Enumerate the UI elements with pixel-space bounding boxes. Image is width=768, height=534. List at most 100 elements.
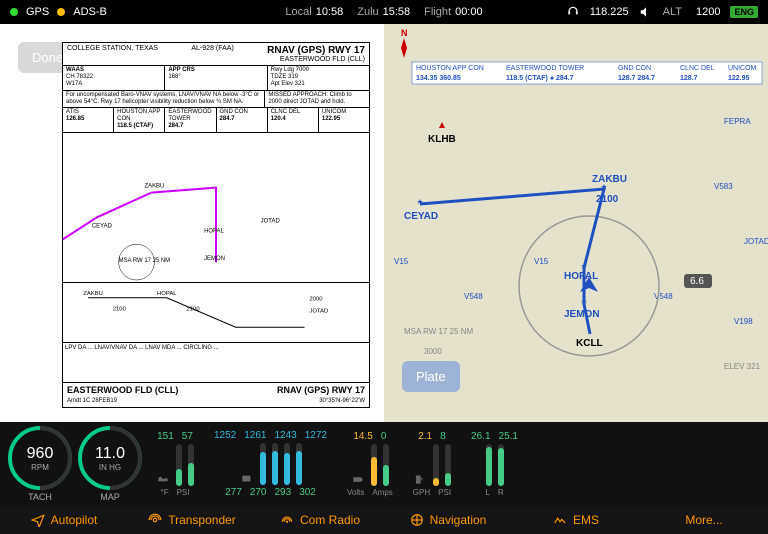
approach-plate-pane[interactable]: Done COLLEGE STATION, TEXAS AL-928 (FAA)… [0, 24, 384, 422]
fuel-pump-icon [413, 472, 427, 486]
fuel-r-label: R [498, 488, 504, 497]
svg-text:JOTAD: JOTAD [261, 218, 281, 224]
plate-waas-id: W17A [66, 81, 82, 87]
svg-text:KLHB: KLHB [428, 134, 456, 145]
top-status-bar: GPS ADS-B Local10:58 Zulu15:58 Flight00:… [0, 0, 768, 24]
svg-text:JOTAD: JOTAD [744, 237, 768, 246]
plate-amdt: Amdt 1C 28FEB19 [67, 398, 117, 404]
com-freq: 118.225 [590, 6, 629, 18]
com-label: Com Radio [300, 513, 360, 527]
instrument-bar: 960 RPM TACH 11.0 IN HG MAP 151 57 °F PS… [0, 422, 768, 506]
oil-temp: 151 [157, 431, 174, 442]
autopilot-label: Autopilot [51, 513, 98, 527]
plate-button[interactable]: Plate [402, 361, 460, 392]
svg-text:3000: 3000 [424, 347, 442, 356]
autopilot-button[interactable]: Autopilot [0, 506, 128, 534]
map-pane[interactable]: V15 V15 V548 V548 FEPRA V583 V198 JOTAD … [384, 24, 768, 422]
oil-icon [156, 472, 170, 486]
svg-text:128.7 284.7: 128.7 284.7 [618, 75, 655, 82]
svg-text:ELEV 321: ELEV 321 [724, 362, 761, 371]
map-gauge: 11.0 IN HG [78, 426, 142, 490]
amps: 0 [381, 431, 387, 442]
svg-text:UNICOM: UNICOM [728, 65, 757, 72]
plate-minimums: LPV DA ... LNAV/VNAV DA ... LNAV MDA ...… [63, 343, 369, 383]
svg-text:122.95: 122.95 [728, 75, 750, 82]
alt-label: ALT [663, 6, 682, 18]
gph-label: GPH [413, 488, 430, 497]
fuel-l: 26.1 [471, 431, 490, 442]
bottom-toolbar: Autopilot Transponder Com Radio Navigati… [0, 506, 768, 534]
map-unit: IN HG [99, 463, 121, 472]
psi-label: PSI [438, 488, 451, 497]
svg-text:HOPAL: HOPAL [204, 228, 224, 234]
approach-plate: COLLEGE STATION, TEXAS AL-928 (FAA) RNAV… [62, 42, 370, 408]
plate-coords: 30°35'N-96°22'W [319, 398, 365, 404]
plate-missed: MISSED APPROACH: Climb to 2000 direct JO… [265, 91, 369, 107]
svg-text:2100: 2100 [113, 306, 127, 312]
svg-text:HOPAL: HOPAL [564, 271, 598, 282]
oil-psi-unit: PSI [177, 488, 190, 497]
cht-1: 277 [225, 487, 242, 498]
svg-text:V15: V15 [534, 257, 549, 266]
svg-text:CLNC DEL: CLNC DEL [680, 65, 715, 72]
svg-text:EASTERWOOD TOWER: EASTERWOOD TOWER [506, 65, 584, 72]
eng-badge: ENG [730, 6, 758, 18]
transponder-label: Transponder [168, 513, 236, 527]
ems-icon [553, 513, 567, 527]
plate-footer-loc: EASTERWOOD FLD (CLL) [67, 385, 178, 395]
svg-text:118.5 (CTAF) ● 284.7: 118.5 (CTAF) ● 284.7 [506, 75, 574, 82]
fuel-gph: 2.1 [418, 431, 432, 442]
svg-text:V548: V548 [464, 292, 483, 301]
fuel-r: 25.1 [499, 431, 518, 442]
tach-label: TACH [28, 492, 52, 502]
alt-value: 1200 [696, 6, 720, 18]
elec-group: 14.5 0 Volts Amps [347, 431, 393, 497]
plate-app-crs: 168° [168, 74, 180, 80]
plate-location: COLLEGE STATION, TEXAS [67, 45, 158, 63]
audio-icon [639, 5, 653, 19]
more-button[interactable]: More... [640, 506, 768, 534]
svg-text:CEYAD: CEYAD [92, 223, 113, 229]
local-label: Local [285, 6, 311, 18]
flight-label: Flight [424, 6, 451, 18]
plate-sub: EASTERWOOD FLD (CLL) [267, 56, 365, 63]
svg-text:JEMON: JEMON [204, 256, 225, 262]
svg-text:HOPAL: HOPAL [157, 290, 177, 296]
plate-apt-elev: 321 [295, 81, 305, 87]
svg-text:V198: V198 [734, 317, 753, 326]
plate-gnd: 284.7 [220, 116, 235, 122]
svg-text:KCLL: KCLL [576, 338, 603, 349]
egt-1: 1252 [214, 430, 236, 441]
nav-icon [410, 513, 424, 527]
transponder-button[interactable]: Transponder [128, 506, 256, 534]
svg-text:ZAKBU: ZAKBU [144, 183, 164, 189]
svg-text:2100: 2100 [187, 306, 201, 312]
cht-2: 270 [250, 487, 267, 498]
plate-tower: 284.7 [168, 123, 183, 129]
plate-note: For uncompensated Baro-VNAV systems, LNA… [63, 91, 265, 107]
ems-label: EMS [573, 513, 599, 527]
svg-text:ZAKBU: ZAKBU [592, 174, 627, 185]
fuel-l-label: L [485, 488, 489, 497]
adsb-label: ADS-B [73, 6, 107, 18]
battery-icon [351, 472, 365, 486]
svg-text:V15: V15 [394, 257, 409, 266]
com-icon [280, 513, 294, 527]
plate-footer-title: RNAV (GPS) RWY 17 [277, 385, 365, 395]
egt-2: 1261 [244, 430, 266, 441]
plate-clnc: 120.4 [271, 116, 286, 122]
amps-label: Amps [372, 488, 392, 497]
zulu-label: Zulu [357, 6, 378, 18]
time-group: Local10:58 Zulu15:58 Flight00:00 [285, 6, 482, 18]
transponder-icon [148, 513, 162, 527]
plate-al: AL-928 (FAA) [191, 45, 233, 63]
ems-button[interactable]: EMS [512, 506, 640, 534]
plate-title: RNAV (GPS) RWY 17 [267, 45, 365, 56]
map-value: 11.0 [95, 445, 125, 463]
headset-icon [566, 5, 580, 19]
tach-unit: RPM [31, 463, 49, 472]
zulu-time: 15:58 [383, 6, 411, 18]
com-radio-button[interactable]: Com Radio [256, 506, 384, 534]
navigation-button[interactable]: Navigation [384, 506, 512, 534]
flight-time: 00:00 [455, 6, 483, 18]
